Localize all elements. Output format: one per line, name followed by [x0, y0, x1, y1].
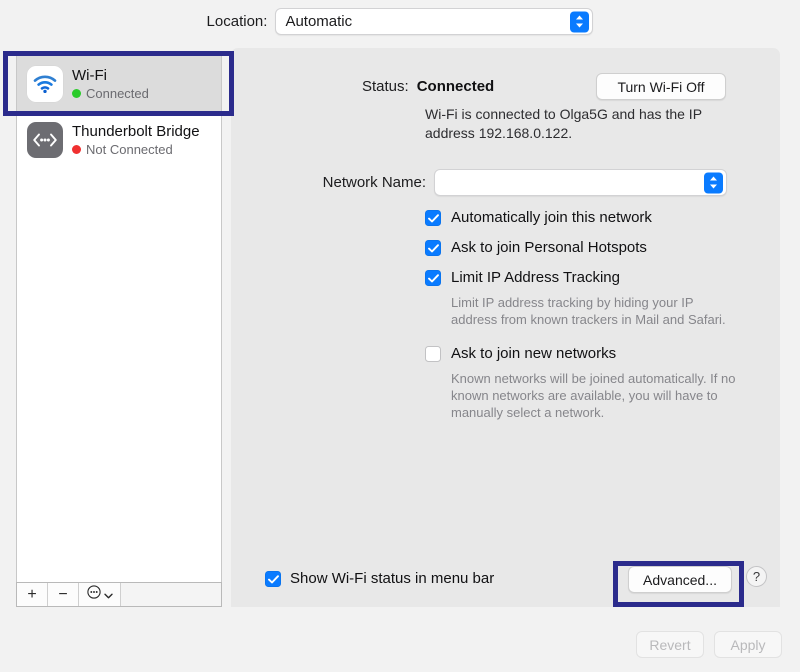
network-preferences-window: Location: Automatic Wi-Fi [0, 0, 800, 672]
window-actions: Revert Apply [636, 631, 782, 658]
sidebar-item-wifi[interactable]: Wi-Fi Connected [17, 56, 221, 112]
option-ask-join-new-help: Known networks will be joined automatica… [451, 370, 743, 421]
option-limit-ip-tracking-row[interactable]: Limit IP Address Tracking [425, 268, 745, 288]
network-name-row: Network Name: [302, 169, 727, 196]
status-dot-connected [72, 89, 81, 98]
add-service-button[interactable]: + [17, 583, 48, 606]
option-auto-join-row[interactable]: Automatically join this network [425, 208, 745, 228]
revert-button[interactable]: Revert [636, 631, 704, 658]
wifi-icon [27, 66, 63, 102]
status-value: Connected [417, 78, 495, 95]
location-row: Location: Automatic [0, 8, 800, 35]
option-limit-ip-tracking-label: Limit IP Address Tracking [451, 268, 620, 288]
location-dropdown[interactable]: Automatic [275, 8, 593, 35]
status-dot-not-connected [72, 145, 81, 154]
status-description: Wi-Fi is connected to Olga5G and has the… [425, 105, 715, 143]
service-list[interactable]: Wi-Fi Connected Thunderbolt Bridge [16, 55, 222, 582]
checkbox-show-wifi-status[interactable] [265, 571, 281, 587]
location-label: Location: [207, 13, 268, 30]
wifi-detail-panel: Status: Connected Turn Wi-Fi Off Wi-Fi i… [231, 48, 780, 607]
status-label: Status: [362, 78, 409, 95]
sidebar-item-wifi-status-label: Connected [86, 86, 149, 102]
checkbox-ask-join-new-networks[interactable] [425, 346, 441, 362]
sidebar-item-wifi-label: Wi-Fi [72, 67, 149, 84]
sidebar-item-thunderbolt-label: Thunderbolt Bridge [72, 123, 200, 140]
checkbox-auto-join[interactable] [425, 210, 441, 226]
option-personal-hotspots-label: Ask to join Personal Hotspots [451, 238, 647, 258]
chevron-up-down-icon[interactable] [570, 11, 589, 32]
chevron-up-down-icon[interactable] [704, 172, 723, 193]
option-personal-hotspots-row[interactable]: Ask to join Personal Hotspots [425, 238, 745, 258]
service-list-toolbar: + − [16, 582, 222, 607]
option-ask-join-new-label: Ask to join new networks [451, 344, 616, 364]
sidebar-item-wifi-text: Wi-Fi Connected [72, 67, 149, 102]
sidebar-item-thunderbolt-status-label: Not Connected [86, 142, 173, 158]
location-value: Automatic [285, 13, 352, 30]
ellipsis-circle-icon [87, 585, 101, 604]
help-button[interactable]: ? [746, 566, 767, 587]
status-row: Status: Connected [362, 78, 494, 95]
toolbar-spacer [121, 583, 221, 606]
show-wifi-status-label: Show Wi-Fi status in menu bar [290, 569, 494, 589]
show-wifi-status-row[interactable]: Show Wi-Fi status in menu bar [265, 569, 494, 589]
turn-wifi-off-button[interactable]: Turn Wi-Fi Off [596, 73, 726, 100]
service-actions-button[interactable] [79, 583, 121, 606]
option-limit-ip-tracking-help: Limit IP address tracking by hiding your… [451, 294, 743, 328]
sidebar-item-thunderbolt-bridge[interactable]: Thunderbolt Bridge Not Connected [17, 112, 221, 168]
sidebar-item-thunderbolt-text: Thunderbolt Bridge Not Connected [72, 123, 200, 158]
remove-service-button[interactable]: − [48, 583, 79, 606]
thunderbolt-bridge-icon [27, 122, 63, 158]
checkbox-limit-ip-tracking[interactable] [425, 270, 441, 286]
option-ask-join-new-row[interactable]: Ask to join new networks [425, 344, 745, 364]
option-auto-join-label: Automatically join this network [451, 208, 652, 228]
network-name-label: Network Name: [302, 174, 426, 191]
wifi-options-group: Automatically join this network Ask to j… [425, 208, 745, 421]
apply-button[interactable]: Apply [714, 631, 782, 658]
sidebar-item-wifi-status: Connected [72, 86, 149, 102]
chevron-down-icon [104, 586, 113, 604]
sidebar-item-thunderbolt-status: Not Connected [72, 142, 200, 158]
advanced-button[interactable]: Advanced... [628, 566, 732, 593]
network-name-dropdown[interactable] [434, 169, 727, 196]
checkbox-personal-hotspots[interactable] [425, 240, 441, 256]
